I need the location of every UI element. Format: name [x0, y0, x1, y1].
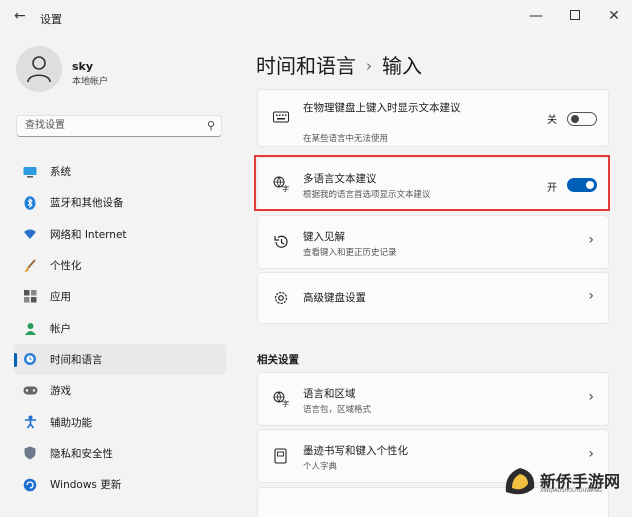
- sidebar-item-gaming[interactable]: 游戏: [14, 375, 226, 406]
- avatar[interactable]: [16, 46, 62, 92]
- setting-advanced-keyboard[interactable]: 高级键盘设置 ›: [257, 272, 609, 324]
- search-box[interactable]: ⚲: [16, 115, 222, 137]
- breadcrumb: 时间和语言 › 输入: [256, 50, 422, 79]
- language-icon: 字: [272, 391, 290, 411]
- update-icon: [22, 477, 38, 493]
- sidebar-item-label: 个性化: [50, 260, 82, 273]
- main-content: 时间和语言 › 输入 在物理键盘上键入时显示文本建议 在某些语言中无法使用 关 字 …: [238, 34, 632, 517]
- breadcrumb-current: 输入: [382, 54, 422, 78]
- shield-icon: [22, 445, 38, 461]
- sidebar-item-label: 隐私和安全性: [50, 447, 113, 460]
- toggle-switch[interactable]: [567, 112, 597, 126]
- sidebar-item-network[interactable]: 网络和 Internet: [14, 219, 226, 250]
- maximize-icon[interactable]: [563, 6, 587, 26]
- setting-title: 墨迹书写和键入个性化: [303, 445, 408, 457]
- setting-description: 在某些语言中无法使用: [303, 134, 389, 144]
- watermark: 新侨手游网 XINQIAOSHOUYOUWANG: [500, 462, 630, 498]
- toggle-state-label: 开: [547, 183, 557, 194]
- search-input[interactable]: [23, 119, 197, 132]
- gear-icon: [272, 290, 290, 310]
- setting-title: 键入见解: [303, 231, 345, 243]
- svg-text:字: 字: [282, 399, 289, 407]
- breadcrumb-chevron-icon: ›: [366, 57, 372, 75]
- toggle-switch[interactable]: [567, 178, 597, 192]
- sidebar-item-label: 时间和语言: [50, 353, 103, 366]
- sidebar-item-label: 游戏: [50, 385, 71, 398]
- toggle-knob: [571, 115, 579, 123]
- sidebar-item-personalization[interactable]: 个性化: [14, 250, 226, 281]
- sidebar-item-windows-update[interactable]: Windows 更新: [14, 469, 226, 500]
- setting-title: 在物理键盘上键入时显示文本建议: [303, 102, 461, 114]
- chevron-right-icon: ›: [588, 389, 594, 405]
- history-icon: [272, 234, 290, 254]
- setting-title: 高级键盘设置: [303, 292, 366, 304]
- sidebar-item-label: 网络和 Internet: [50, 228, 127, 241]
- toggle-knob: [586, 181, 594, 189]
- monitor-icon: [22, 164, 38, 180]
- sidebar-item-apps[interactable]: 应用: [14, 281, 226, 312]
- sidebar-item-label: 系统: [50, 166, 71, 179]
- sidebar-item-label: 应用: [50, 291, 71, 304]
- setting-title: 语言和区域: [303, 388, 356, 400]
- person-icon: [27, 56, 51, 83]
- sidebar-item-accounts[interactable]: 帐户: [14, 312, 226, 343]
- accessibility-icon: [22, 414, 38, 430]
- minimize-icon[interactable]: —: [524, 6, 548, 26]
- user-name: sky: [72, 60, 94, 73]
- setting-description: 语言包，区域格式: [303, 405, 372, 415]
- close-icon[interactable]: ✕: [602, 6, 626, 26]
- sidebar-item-system[interactable]: 系统: [14, 156, 226, 187]
- setting-multilingual-suggestions: 字 多语言文本建议 根据我的语言首选项显示文本建议 开: [257, 157, 609, 211]
- search-icon[interactable]: ⚲: [207, 119, 215, 132]
- sidebar-item-privacy[interactable]: 隐私和安全性: [14, 438, 226, 469]
- account-type: 本地帐户: [72, 77, 109, 87]
- notebook-icon: [272, 448, 290, 468]
- sidebar-item-label: 辅助功能: [50, 416, 92, 429]
- keyboard-icon: [272, 111, 290, 127]
- breadcrumb-parent[interactable]: 时间和语言: [256, 54, 356, 78]
- svg-text:字: 字: [282, 184, 289, 192]
- sidebar: sky 本地帐户 ⚲ 系统 蓝牙和其他设备 网络和 Internet: [0, 34, 238, 500]
- wifi-icon: [22, 226, 38, 242]
- sidebar-nav: 系统 蓝牙和其他设备 网络和 Internet 个性化 应用 帐户 时间和语言 …: [14, 156, 226, 500]
- toggle-state-label: 关: [547, 115, 557, 126]
- watermark-logo-icon: [505, 468, 535, 495]
- sidebar-item-bluetooth[interactable]: 蓝牙和其他设备: [14, 187, 226, 218]
- setting-typing-insights[interactable]: 键入见解 查看键入和更正历史记录 ›: [257, 215, 609, 269]
- sidebar-item-label: 帐户: [50, 322, 71, 335]
- sidebar-item-accessibility[interactable]: 辅助功能: [14, 406, 226, 437]
- sidebar-item-time-language[interactable]: 时间和语言: [14, 343, 226, 376]
- gamepad-icon: [22, 383, 38, 399]
- sidebar-item-label: 蓝牙和其他设备: [50, 197, 124, 210]
- globe-clock-icon: [22, 351, 38, 367]
- setting-physical-keyboard-suggestions: 在物理键盘上键入时显示文本建议 在某些语言中无法使用 关: [257, 89, 609, 147]
- language-icon: 字: [272, 176, 290, 196]
- setting-description: 查看键入和更正历史记录: [303, 248, 397, 258]
- sidebar-item-label: Windows 更新: [50, 479, 122, 492]
- setting-description: 个人字典: [303, 462, 338, 472]
- watermark-url: XINQIAOSHOUYOUWANG: [540, 488, 602, 494]
- app-title: 设置: [40, 13, 62, 26]
- chevron-right-icon: ›: [588, 232, 594, 248]
- apps-icon: [22, 289, 38, 305]
- title-bar: ← 设置 — ✕: [0, 0, 632, 34]
- chevron-right-icon: ›: [588, 446, 594, 462]
- bluetooth-icon: [22, 195, 38, 211]
- setting-title: 多语言文本建议: [303, 173, 377, 185]
- related-language-region[interactable]: 字 语言和区域 语言包，区域格式 ›: [257, 372, 609, 426]
- back-arrow-icon[interactable]: ←: [14, 8, 26, 24]
- person-icon: [22, 320, 38, 336]
- brush-icon: [22, 258, 38, 274]
- setting-description: 根据我的语言首选项显示文本建议: [303, 190, 431, 200]
- chevron-right-icon: ›: [588, 288, 594, 304]
- related-settings-heading: 相关设置: [257, 354, 299, 366]
